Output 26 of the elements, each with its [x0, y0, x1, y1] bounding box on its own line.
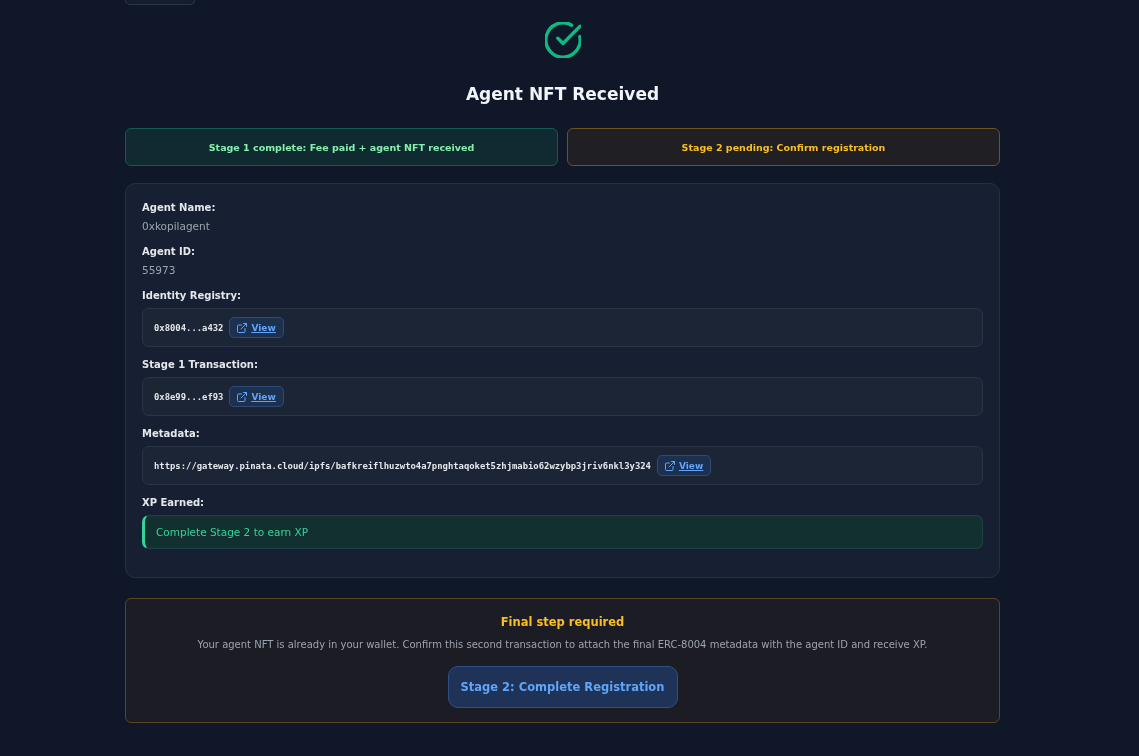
external-link-icon	[237, 322, 248, 333]
view-link[interactable]: View	[229, 317, 284, 338]
check-circle-icon	[544, 22, 581, 58]
xp-note: Complete Stage 2 to earn XP	[142, 515, 983, 549]
address-text: 0x8e99...ef93	[154, 391, 224, 402]
final-step-title: Final step required	[500, 614, 625, 630]
external-link-icon	[664, 460, 675, 471]
field-label: XP Earned:	[142, 496, 206, 510]
view-link[interactable]: View	[656, 455, 712, 476]
field-label: Metadata:	[142, 427, 201, 441]
field-value: 0xkopilagent	[142, 219, 211, 234]
partial-button[interactable]	[125, 0, 195, 5]
page-title: Agent NFT Received	[465, 83, 660, 106]
field-value: 55973	[142, 263, 177, 278]
address-text: 0x8004...a432	[154, 322, 224, 333]
stage-complete-banner: Stage 1 complete: Fee paid + agent NFT received	[125, 128, 558, 166]
address-text: https://gateway.pinata.cloud/ipfs/bafkreiflhuzwto4a7pnghtaqoket5zhjmabio62wzybp3jriv6nkl3y324	[154, 460, 651, 471]
field-label: Identity Registry:	[142, 289, 243, 303]
field-label: Agent ID:	[142, 245, 197, 259]
view-link[interactable]: View	[229, 386, 284, 407]
stage-pending-banner: Stage 2 pending: Confirm registration	[567, 128, 1000, 166]
external-link-icon	[237, 391, 248, 402]
complete-registration-button[interactable]: Stage 2: Complete Registration	[447, 666, 678, 708]
field-label: Agent Name:	[142, 201, 217, 215]
final-step-message: Your agent NFT is already in your wallet. Confirm this second transaction to attach the final ERC-8004 metadata with the agent ID and receive XP.	[197, 638, 928, 652]
field-label: Stage 1 Transaction:	[142, 358, 259, 372]
